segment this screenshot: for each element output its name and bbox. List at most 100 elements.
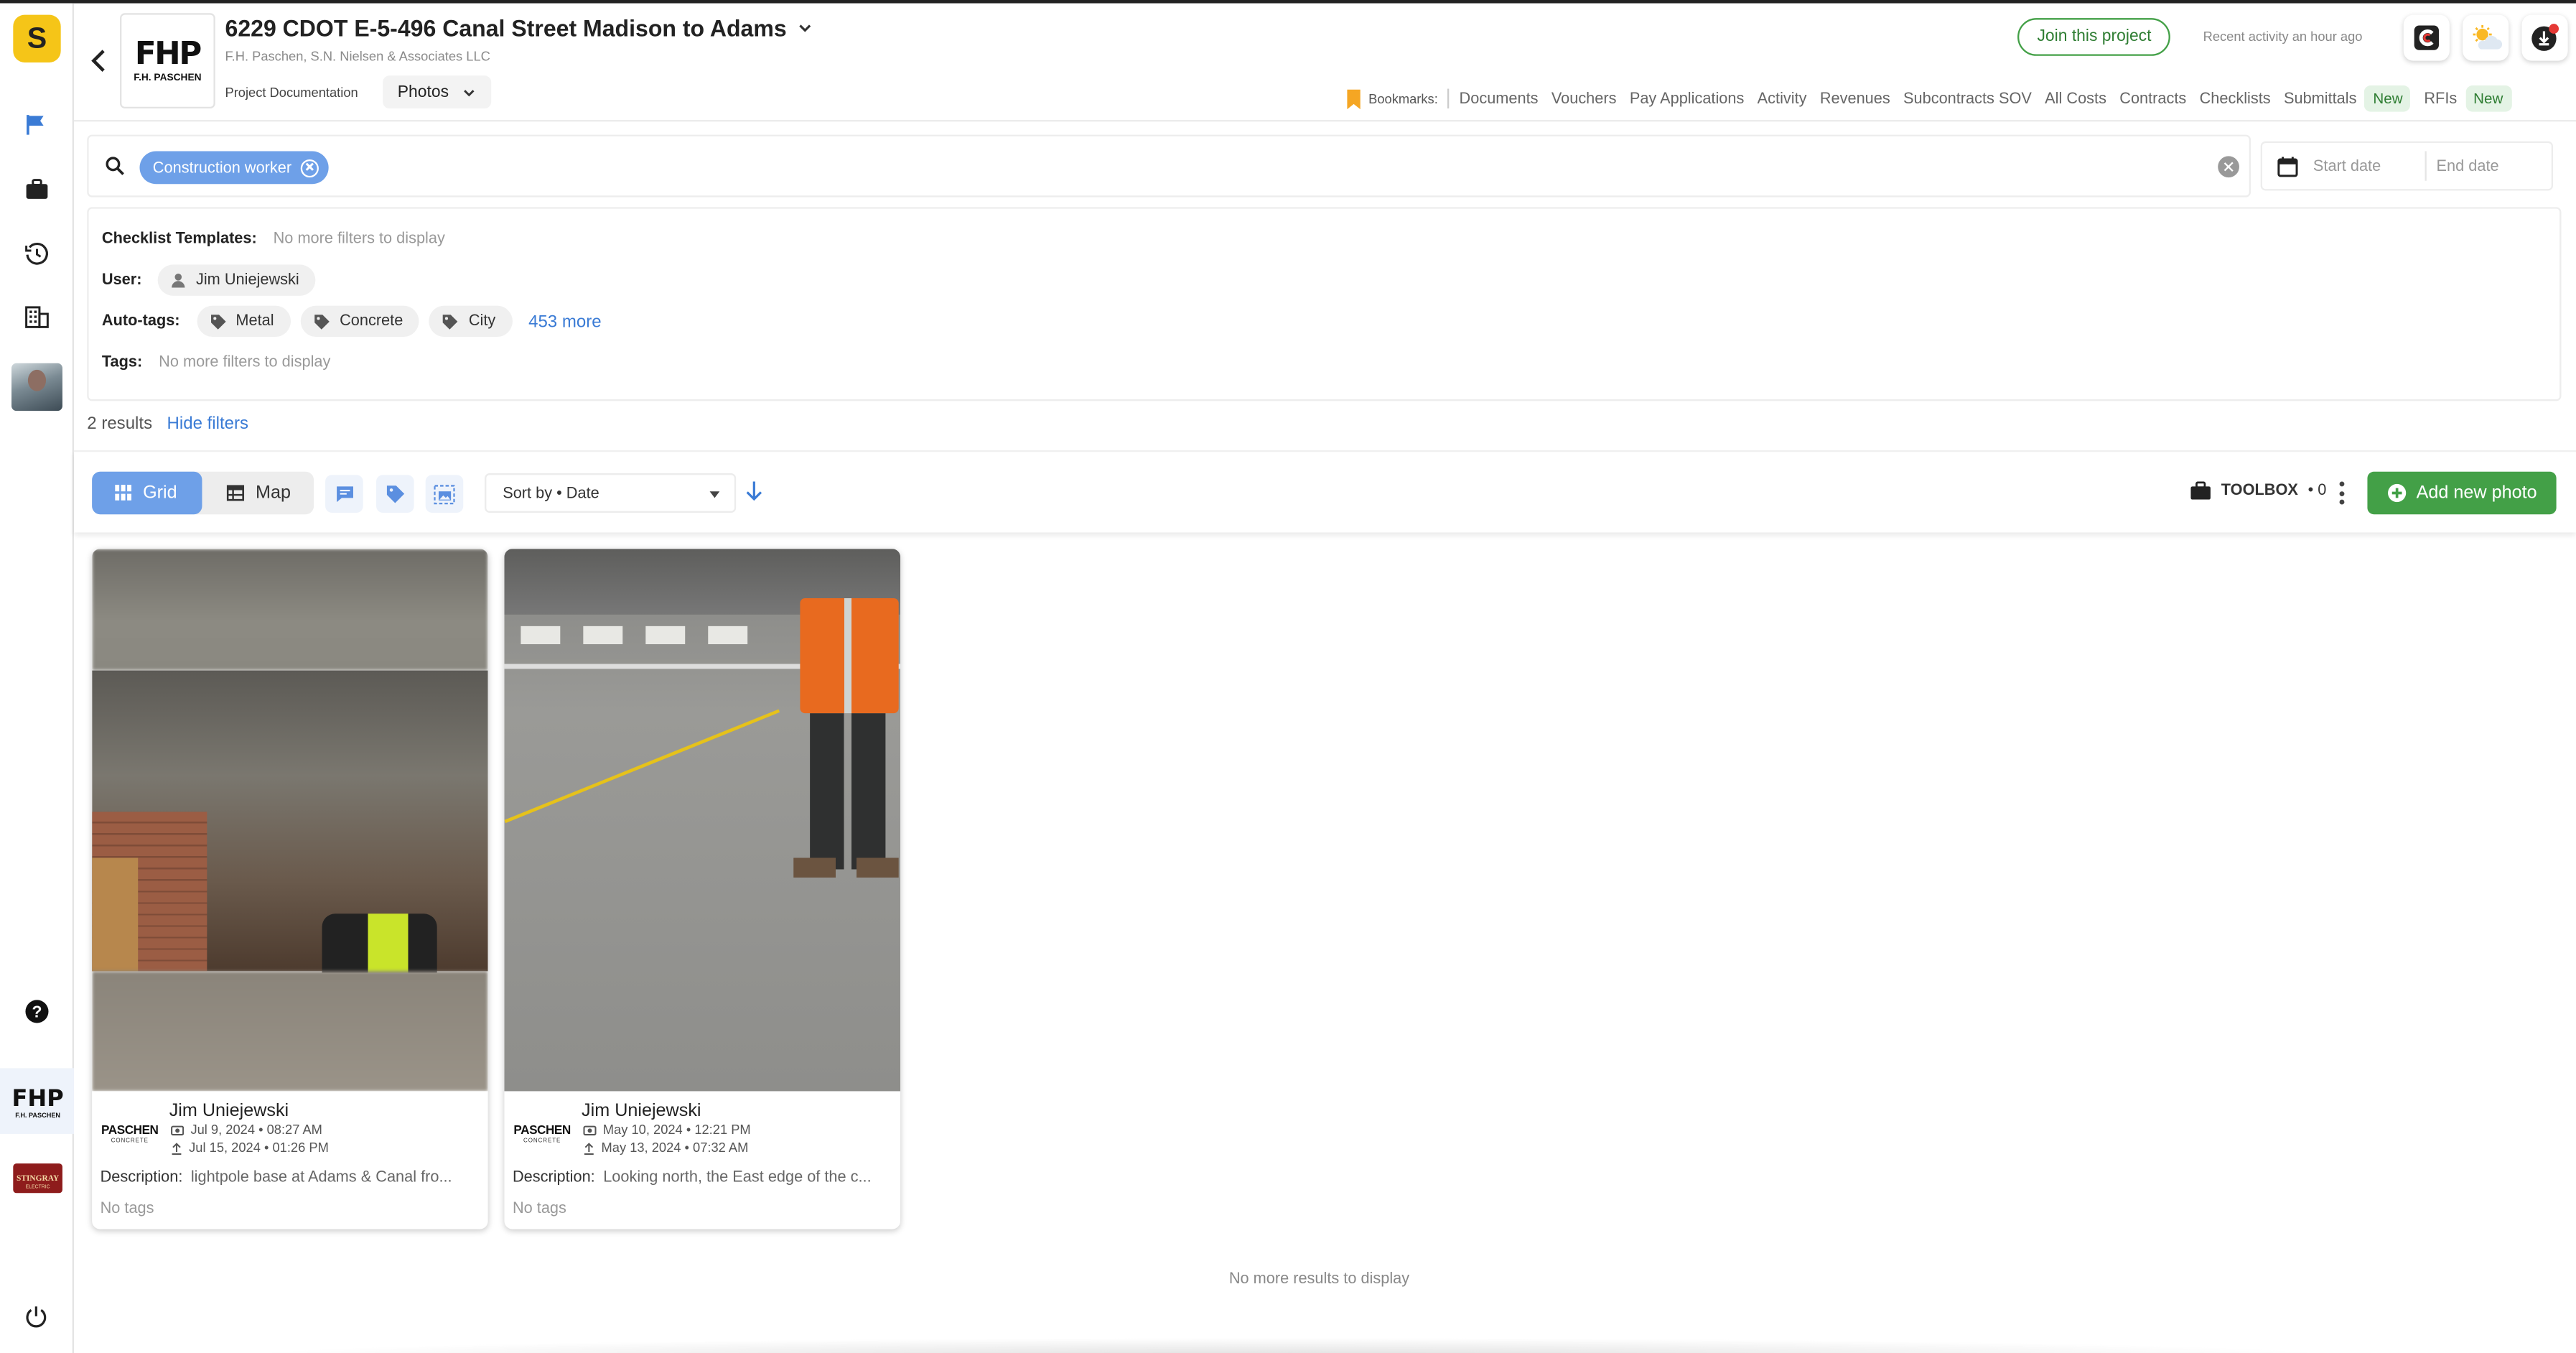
photo-upload-date: May 13, 2024 • 07:32 AM: [583, 1140, 748, 1156]
back-arrow-icon[interactable]: [87, 46, 110, 75]
bookmarks-label: Bookmarks:: [1368, 91, 1438, 106]
map-view-button[interactable]: Map: [204, 472, 314, 514]
filter-label: User:: [101, 271, 142, 289]
add-new-photo-label: Add new photo: [2416, 483, 2537, 503]
grid-view-button[interactable]: Grid: [92, 471, 202, 515]
photo-description: Description: Looking north, the East edge…: [512, 1168, 872, 1187]
photo-card[interactable]: PASCHEN CONCRETE Jim Uniejewski May 10, …: [504, 549, 900, 1229]
autotags-more-link[interactable]: 453 more: [528, 312, 602, 331]
grid-icon: [115, 485, 132, 501]
table-icon: [226, 485, 245, 501]
bookmark-documents[interactable]: Documents: [1460, 90, 1539, 108]
chevron-down-icon[interactable]: [796, 19, 813, 36]
bookmark-revenues[interactable]: Revenues: [1820, 90, 1890, 108]
image-select-icon[interactable]: [425, 475, 464, 513]
app-logo[interactable]: S: [13, 14, 61, 62]
project-subtitle: F.H. Paschen, S.N. Nielsen & Associates …: [225, 49, 490, 65]
date-range-picker[interactable]: Start date End date: [2260, 141, 2554, 191]
photo-thumbnail[interactable]: [92, 549, 488, 1092]
close-icon[interactable]: [301, 158, 320, 177]
bookmark-all-costs[interactable]: All Costs: [2045, 90, 2106, 108]
photo-description: Description: lightpole base at Adams & Ca…: [100, 1168, 452, 1187]
tag-icon: [314, 314, 330, 329]
svg-text:?: ?: [31, 1001, 41, 1020]
view-toggle: Grid Map: [92, 471, 314, 515]
scroll-shadow: [230, 1337, 2350, 1353]
project-header: FHP F.H. PASCHEN 6229 CDOT E-5-496 Canal…: [73, 4, 2576, 122]
filter-label: Tags:: [101, 353, 143, 372]
briefcase-icon[interactable]: [19, 172, 52, 205]
bookmark-activity[interactable]: Activity: [1758, 90, 1807, 108]
company-switch-fhpaschen[interactable]: FHP F.H. PASCHEN: [0, 1068, 74, 1134]
company-switch-stingray[interactable]: STINGRAY ELECTRIC: [0, 1158, 74, 1198]
photo-thumbnail[interactable]: [504, 549, 900, 1092]
project-logo: FHP F.H. PASCHEN: [120, 13, 215, 109]
user-filter-chip[interactable]: Jim Uniejewski: [158, 264, 316, 296]
search-chip[interactable]: Construction worker: [139, 151, 330, 185]
power-icon[interactable]: [19, 1300, 52, 1333]
divider: [1447, 88, 1450, 109]
bookmark-vouchers[interactable]: Vouchers: [1551, 90, 1617, 108]
photo-taken-date: Jul 9, 2024 • 08:27 AM: [171, 1122, 322, 1138]
bookmarks-bar: Bookmarks: Documents Vouchers Pay Applic…: [1345, 85, 2524, 112]
comment-icon[interactable]: [325, 475, 363, 513]
chevron-down-icon: [464, 89, 475, 96]
autotag-chip-concrete[interactable]: Concrete: [300, 305, 420, 338]
map-view-label: Map: [256, 483, 291, 503]
filter-label: Checklist Templates:: [101, 230, 257, 248]
photo-tags: No tags: [100, 1199, 154, 1218]
new-badge: New: [2465, 85, 2511, 112]
sort-direction-arrow-icon[interactable]: [745, 480, 764, 501]
search-bar[interactable]: Construction worker: [87, 134, 2251, 197]
project-title-text: 6229 CDOT E-5-496 Canal Street Madison t…: [225, 14, 787, 42]
autotag-chip-city[interactable]: City: [429, 305, 513, 338]
photo-tags: No tags: [512, 1199, 566, 1218]
more-options-icon[interactable]: [2336, 481, 2346, 505]
add-new-photo-button[interactable]: Add new photo: [2367, 471, 2557, 515]
end-date-field[interactable]: End date: [2437, 157, 2549, 175]
search-icon: [106, 157, 124, 175]
hide-filters-link[interactable]: Hide filters: [167, 414, 249, 434]
tag-icon: [443, 314, 458, 329]
join-project-button[interactable]: Join this project: [2017, 18, 2171, 56]
photo-author: Jim Uniejewski: [582, 1101, 701, 1121]
history-icon[interactable]: [19, 237, 52, 270]
caret-down-icon: [709, 491, 720, 498]
view-dropdown[interactable]: Photos: [383, 75, 492, 109]
photo-card[interactable]: PASCHEN CONCRETE Jim Uniejewski Jul 9, 2…: [92, 549, 488, 1229]
tag-filter-icon[interactable]: [376, 475, 414, 513]
new-badge: New: [2364, 85, 2412, 112]
section-label: Project Documentation: [225, 85, 358, 101]
download-notifications-icon[interactable]: [2521, 14, 2568, 61]
integration-c-icon[interactable]: [2403, 14, 2450, 61]
sort-dropdown[interactable]: Sort by • Date: [485, 473, 737, 513]
bookmark-pay-applications[interactable]: Pay Applications: [1630, 90, 1745, 108]
filter-empty: No more filters to display: [159, 353, 331, 372]
clear-search-icon[interactable]: [2218, 156, 2239, 178]
start-date-field[interactable]: Start date: [2313, 157, 2425, 175]
building-icon[interactable]: [19, 301, 52, 334]
weather-icon[interactable]: [2463, 14, 2509, 61]
filter-row-tags: Tags: No more filters to display: [102, 353, 331, 371]
camera-icon: [171, 1125, 185, 1136]
bookmark-subcontracts-sov[interactable]: Subcontracts SOV: [1903, 90, 2032, 108]
toolbox-indicator[interactable]: TOOLBOX • 0: [2190, 481, 2327, 500]
flag-icon[interactable]: [19, 108, 52, 141]
company-logo: PASCHEN CONCRETE: [513, 1122, 571, 1144]
bookmark-submittals[interactable]: Submittals: [2284, 90, 2357, 108]
search-chip-label: Construction worker: [152, 158, 292, 177]
bookmark-checklists[interactable]: Checklists: [2200, 90, 2271, 108]
user-avatar[interactable]: [11, 363, 62, 412]
autotag-chip-metal[interactable]: Metal: [196, 305, 291, 338]
bookmark-rfis[interactable]: RFIs: [2424, 90, 2457, 108]
autotag-label: City: [468, 312, 496, 330]
photo-upload-date: Jul 15, 2024 • 01:26 PM: [171, 1140, 329, 1156]
toolbox-count: • 0: [2307, 481, 2327, 500]
toolbox-label: TOOLBOX: [2221, 481, 2298, 500]
help-icon[interactable]: ?: [19, 994, 52, 1027]
bookmark-contracts[interactable]: Contracts: [2119, 90, 2186, 108]
results-summary: 2 results Hide filters: [87, 414, 248, 434]
project-title[interactable]: 6229 CDOT E-5-496 Canal Street Madison t…: [225, 14, 813, 42]
filter-row-user: User: Jim Uniejewski: [101, 264, 325, 296]
divider: [2425, 151, 2427, 181]
